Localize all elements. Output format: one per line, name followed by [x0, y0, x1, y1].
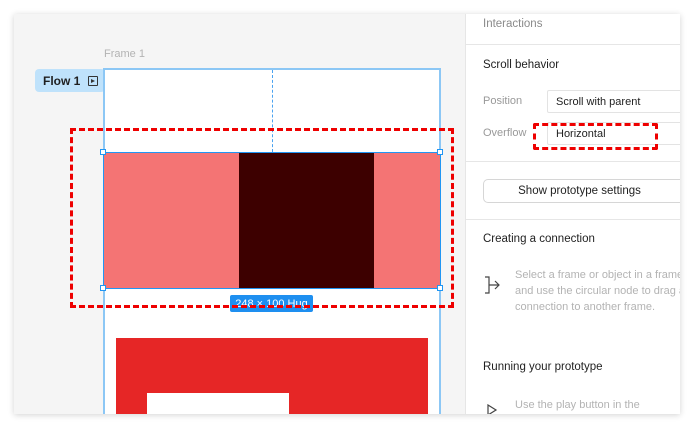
creating-connection-text: Select a frame or object in a frame and … [515, 269, 680, 313]
overflow-label: Overflow [483, 127, 527, 139]
interactions-title: Interactions [483, 18, 543, 30]
flow-tag[interactable]: Flow 1 [35, 69, 105, 92]
divider [466, 44, 680, 45]
screenshot: Frame 1 Flow 1 248 × 100 Hug Interaction… [14, 14, 680, 414]
running-prototype-text: Use the play button in the [515, 399, 640, 411]
frame-label[interactable]: Frame 1 [104, 48, 145, 60]
show-prototype-settings-button[interactable]: Show prototype settings [483, 179, 680, 203]
highlight-selection-outline [70, 128, 454, 308]
divider [466, 219, 680, 220]
flow-label: Flow 1 [43, 73, 81, 88]
prototype-panel: Interactions Scroll behavior Position Sc… [465, 14, 680, 414]
divider [466, 161, 680, 162]
scroll-behavior-title: Scroll behavior [483, 59, 560, 71]
white-rectangle[interactable] [147, 393, 289, 414]
highlight-overflow-outline [533, 123, 658, 150]
connection-node-icon [485, 276, 500, 294]
position-select[interactable]: Scroll with parent [547, 90, 680, 113]
position-label: Position [483, 95, 523, 107]
creating-connection-title: Creating a connection [483, 233, 595, 245]
play-flow-icon[interactable] [88, 75, 99, 86]
design-canvas[interactable]: Frame 1 Flow 1 248 × 100 Hug [14, 14, 465, 414]
running-prototype-title: Running your prototype [483, 361, 603, 373]
play-icon [487, 404, 498, 414]
